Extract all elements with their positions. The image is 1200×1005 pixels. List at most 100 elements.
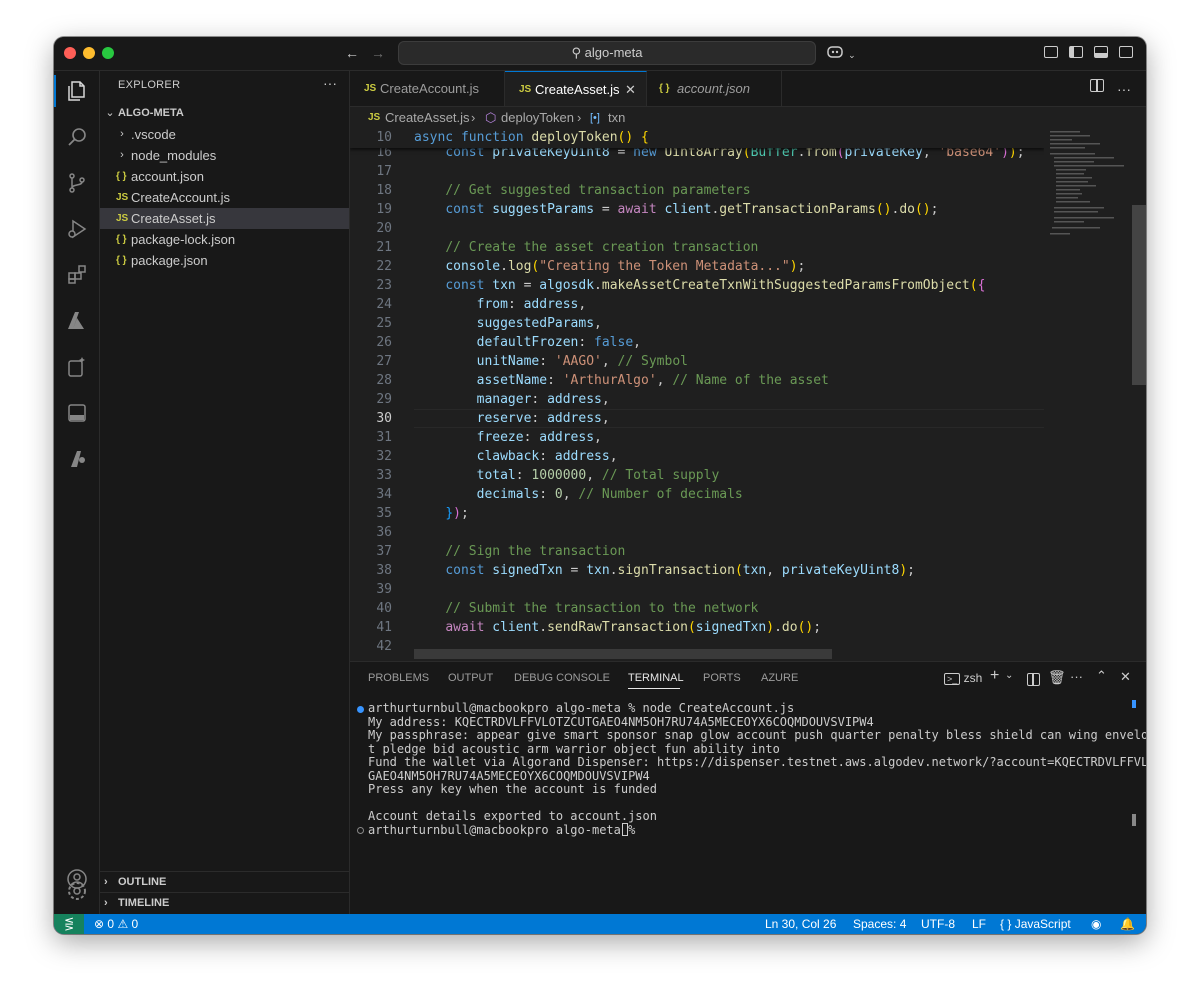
settings-gear-icon[interactable] (54, 871, 99, 911)
app-extension-icon[interactable] (54, 439, 99, 479)
tree-item-node-modules[interactable]: › node_modules (100, 145, 349, 166)
code-line[interactable]: // Create the asset creation transaction (414, 240, 758, 255)
code-line[interactable]: const txn = algosdk.makeAssetCreateTxnWi… (414, 278, 985, 293)
panel-tab-azure[interactable]: AZURE (761, 672, 798, 684)
copilot-icon[interactable]: ⌄ (826, 43, 856, 63)
forward-arrow-icon[interactable]: → (368, 43, 388, 63)
js-file-icon: JS (368, 112, 381, 123)
source-control-icon[interactable] (54, 163, 99, 203)
folder-root[interactable]: ⌄ ALGO-META (100, 103, 349, 124)
code-line[interactable]: const signedTxn = txn.signTransaction(tx… (414, 563, 915, 578)
editor-scrollbar[interactable] (1132, 129, 1146, 659)
end-of-line[interactable]: LF (972, 914, 986, 934)
explorer-sidebar: EXPLORER ··· ⌄ ALGO-META › .vscode › node_m… (100, 71, 350, 914)
sticky-scroll-line[interactable]: 10 async function deployToken() { (350, 129, 1044, 148)
tree-item-createaccount-js[interactable]: JS CreateAccount.js (100, 187, 349, 208)
more-actions-icon[interactable]: ··· (323, 75, 337, 91)
scrollbar-thumb[interactable] (1132, 205, 1146, 385)
code-line[interactable]: unitName: 'AAGO', // Symbol (414, 354, 688, 369)
editor-more-icon[interactable]: ··· (1114, 79, 1134, 99)
indentation[interactable]: Spaces: 4 (853, 914, 906, 934)
cursor-position[interactable]: Ln 30, Col 26 (765, 914, 836, 934)
code-line[interactable]: const suggestParams = await client.getTr… (414, 202, 938, 217)
new-terminal-icon[interactable]: + (990, 667, 999, 685)
minimap[interactable] (1044, 129, 1132, 659)
code-line[interactable]: freeze: address, (414, 430, 602, 445)
code-line[interactable]: clawback: address, (414, 449, 618, 464)
explorer-icon[interactable] (54, 71, 99, 111)
command-center-search[interactable]: ⚲ algo-meta (398, 41, 816, 65)
toggle-panel-icon[interactable] (1094, 46, 1108, 58)
problems-status[interactable]: ⊗ 0 ⚠ 0 (94, 914, 138, 934)
tree-item-package-lock-json[interactable]: { } package-lock.json (100, 229, 349, 250)
run-debug-icon[interactable] (54, 209, 99, 249)
split-terminal-icon[interactable] (1027, 673, 1040, 686)
toggle-secondary-sidebar-icon[interactable] (1119, 46, 1133, 58)
chevron-right-icon: › (104, 897, 108, 909)
code-line[interactable]: suggestedParams, (414, 316, 602, 331)
code-line[interactable]: assetName: 'ArthurAlgo', // Name of the … (414, 373, 829, 388)
back-arrow-icon[interactable]: ← (342, 43, 362, 63)
azure-icon[interactable] (54, 301, 99, 341)
code-line[interactable]: reserve: address, (414, 411, 610, 426)
extensions-icon[interactable] (54, 255, 99, 295)
copilot-status-icon[interactable]: ◉ (1091, 914, 1101, 934)
tab-createaccount[interactable]: JS CreateAccount.js (350, 71, 505, 106)
line-number: 29 (376, 392, 392, 407)
code-line[interactable]: defaultFrozen: false, (414, 335, 641, 350)
maximize-window-button[interactable] (102, 47, 114, 59)
tree-item-createasset-js[interactable]: JS CreateAsset.js (100, 208, 349, 229)
tab-account-json[interactable]: { } account.json (647, 71, 782, 106)
breadcrumb-function[interactable]: deployToken (501, 107, 574, 129)
terminal-profile[interactable]: >_ zsh (944, 671, 982, 685)
close-window-button[interactable] (64, 47, 76, 59)
code-line[interactable]: // Get suggested transaction parameters (414, 183, 750, 198)
copilot-chat-icon[interactable] (54, 347, 99, 387)
remote-icon[interactable]: ⋚ (54, 914, 84, 934)
panel-tab-problems[interactable]: PROBLEMS (368, 672, 429, 684)
panel-tab-debug-console[interactable]: DEBUG CONSOLE (514, 672, 610, 684)
panel-tab-terminal[interactable]: TERMINAL (628, 672, 684, 684)
terminal-scrollbar-thumb[interactable] (1132, 814, 1136, 826)
minimize-window-button[interactable] (83, 47, 95, 59)
split-editor-icon[interactable] (1090, 79, 1106, 99)
tree-item--vscode[interactable]: › .vscode (100, 124, 349, 145)
notifications-bell-icon[interactable]: 🔔 (1120, 914, 1135, 934)
trash-icon[interactable]: 🗑 (1048, 669, 1066, 686)
maximize-panel-icon[interactable]: ⌃ (1096, 668, 1107, 684)
chevron-down-icon[interactable]: ⌄ (1005, 670, 1013, 681)
code-line[interactable]: decimals: 0, // Number of decimals (414, 487, 743, 502)
horizontal-scrollbar-thumb[interactable] (414, 649, 832, 659)
close-tab-icon[interactable]: ✕ (625, 72, 636, 107)
code-line[interactable]: await client.sendRawTransaction(signedTx… (414, 620, 821, 635)
code-line[interactable]: // Sign the transaction (414, 544, 625, 559)
close-panel-icon[interactable]: ✕ (1120, 669, 1131, 685)
code-line[interactable]: manager: address, (414, 392, 610, 407)
customize-layout-icon[interactable] (1044, 46, 1058, 58)
language-mode[interactable]: { } JavaScript (1000, 914, 1071, 934)
terminal-line: My address: KQECTRDVLFFVLOTZCUTGAEO4NM5O… (368, 714, 874, 729)
encoding[interactable]: UTF-8 (921, 914, 955, 934)
code-line[interactable]: from: address, (414, 297, 587, 312)
terminal-line: Fund the wallet via Algorand Dispenser: … (368, 755, 1146, 769)
search-icon: ⚲ (571, 45, 585, 60)
toggle-sidebar-icon[interactable] (1069, 46, 1083, 58)
panel-tab-output[interactable]: OUTPUT (448, 672, 493, 684)
breadcrumb-variable[interactable]: txn (608, 107, 625, 129)
tree-item-account-json[interactable]: { } account.json (100, 166, 349, 187)
breadcrumb-file[interactable]: CreateAsset.js (385, 107, 470, 129)
code-line[interactable]: total: 1000000, // Total supply (414, 468, 720, 483)
tree-item-package-json[interactable]: { } package.json (100, 250, 349, 271)
m365-icon[interactable] (54, 393, 99, 433)
timeline-section[interactable]: › TIMELINE (100, 892, 349, 914)
panel-more-icon[interactable]: ··· (1070, 669, 1083, 684)
tab-createasset[interactable]: JS CreateAsset.js ✕ (505, 71, 647, 106)
search-icon[interactable] (54, 117, 99, 157)
line-number: 30 (376, 411, 392, 426)
panel-tab-ports[interactable]: PORTS (703, 672, 741, 684)
code-editor[interactable]: 10 async function deployToken() { 16 con… (350, 129, 1044, 659)
outline-section[interactable]: › OUTLINE (100, 871, 349, 893)
code-line[interactable]: }); (414, 506, 468, 521)
code-line[interactable]: // Submit the transaction to the network (414, 601, 758, 616)
code-line[interactable]: console.log("Creating the Token Metadata… (414, 259, 805, 274)
